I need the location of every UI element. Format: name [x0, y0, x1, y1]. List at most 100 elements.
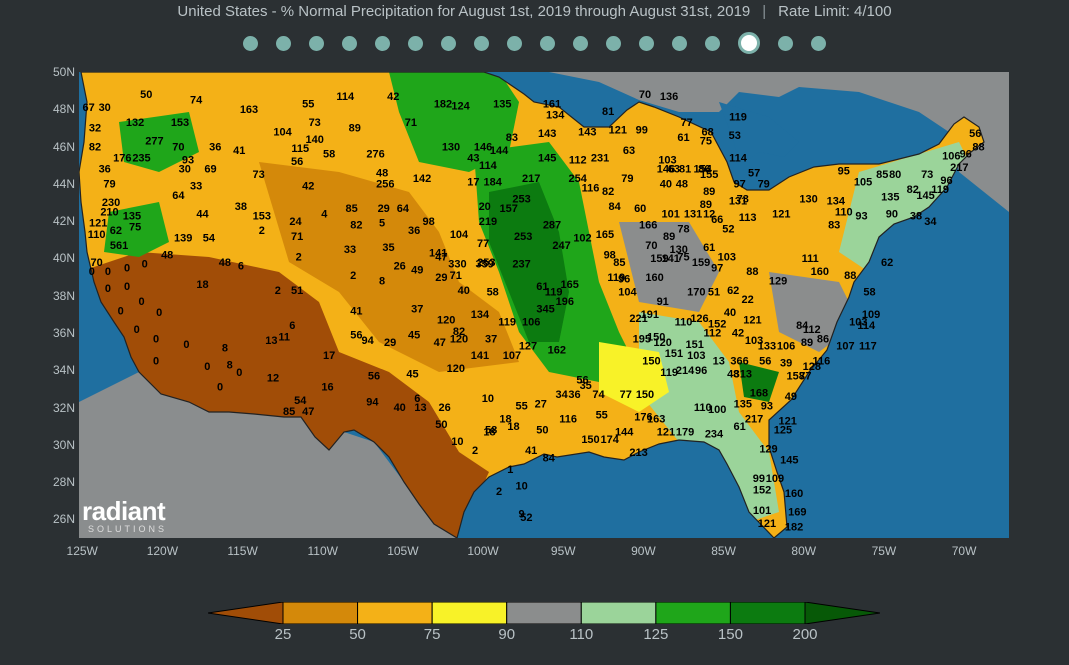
frame-dot-9[interactable]: [507, 35, 522, 51]
legend-label: 200: [792, 626, 818, 643]
station-value: 103: [745, 335, 763, 347]
station-value: 121: [609, 125, 627, 137]
station-value: 6: [238, 261, 244, 273]
lon-label: 75W: [871, 544, 897, 558]
station-value: 176: [113, 153, 131, 165]
station-value: 330: [448, 259, 466, 271]
station-value: 18: [499, 413, 511, 425]
lon-label: 125W: [66, 544, 98, 558]
station-value: 83: [828, 220, 840, 232]
frame-dot-6[interactable]: [408, 35, 423, 51]
station-value: 96: [960, 149, 972, 161]
frame-dot-16[interactable]: [738, 32, 760, 54]
frame-dot-14[interactable]: [672, 35, 687, 51]
station-value: 144: [490, 145, 509, 157]
station-value: 130: [799, 194, 817, 206]
frame-dot-4[interactable]: [342, 35, 357, 51]
station-value: 73: [737, 194, 749, 206]
precipitation-map[interactable]: 50 74 163 55 114 42 182 124 135 161 134 81 70 136 119 6…: [79, 72, 1009, 538]
frame-dot-8[interactable]: [474, 35, 489, 51]
station-value: 96: [940, 175, 952, 187]
logo-name: radiant: [82, 496, 166, 526]
lat-label: 48N: [52, 102, 75, 117]
station-value: 56: [291, 156, 303, 168]
lat-label: 50N: [52, 65, 75, 79]
station-value: 165: [596, 229, 614, 241]
legend-swatch: [655, 602, 731, 624]
station-value: 161: [543, 98, 561, 110]
frame-dot-13[interactable]: [639, 35, 654, 51]
station-value: 70: [172, 141, 184, 153]
station-value: 217: [745, 413, 763, 425]
station-value: 40: [458, 285, 470, 297]
station-value: 182: [785, 522, 803, 534]
lon-label: 70W: [951, 544, 977, 558]
frame-dot-7[interactable]: [441, 35, 456, 51]
frame-dot-2[interactable]: [276, 35, 291, 51]
station-value: 116: [559, 413, 577, 425]
station-value: 88: [844, 270, 856, 282]
station-value: 61: [733, 421, 745, 433]
station-value: 159: [692, 257, 710, 269]
station-value: 48: [376, 167, 388, 179]
lat-label: 28N: [52, 475, 75, 490]
frame-dot-3[interactable]: [309, 35, 324, 51]
station-value: 151: [665, 348, 683, 360]
station-value: 93: [761, 400, 773, 412]
color-legend: [208, 602, 880, 624]
station-value: 103: [718, 251, 736, 263]
station-value: 5: [379, 218, 385, 230]
station-value: 97: [711, 262, 723, 274]
station-value: 49: [411, 264, 423, 276]
station-value: 71: [450, 270, 462, 282]
station-value: 64: [397, 203, 410, 215]
station-value: 22: [741, 294, 753, 306]
station-value: 256: [376, 179, 394, 191]
station-value: 0: [153, 356, 159, 368]
frame-dot-17[interactable]: [778, 35, 793, 51]
station-value: 18: [196, 279, 208, 291]
station-value: 11: [278, 331, 290, 343]
station-value: 81: [602, 106, 614, 118]
station-value: 217: [950, 162, 968, 174]
frame-dot-18[interactable]: [811, 35, 826, 51]
station-value: 54: [294, 395, 307, 407]
station-value: 96: [618, 274, 630, 286]
frame-dot-15[interactable]: [705, 35, 720, 51]
station-value: 126: [690, 313, 708, 325]
frame-dot-12[interactable]: [606, 35, 621, 51]
station-value: 142: [413, 173, 431, 185]
station-value: 143: [538, 128, 556, 140]
station-value: 41: [233, 145, 245, 157]
station-value: 47: [434, 337, 446, 349]
legend-swatch: [357, 602, 433, 624]
station-value: 13: [265, 335, 277, 347]
station-value: 37: [485, 333, 497, 345]
station-value: 143: [578, 126, 596, 138]
station-value: 109: [766, 473, 784, 485]
frame-dot-5[interactable]: [375, 35, 390, 51]
station-value: 217: [522, 173, 540, 185]
lon-label: 85W: [711, 544, 736, 558]
lat-label: 30N: [52, 437, 75, 452]
legend-label: 75: [423, 626, 441, 643]
station-value: 58: [485, 425, 497, 437]
station-value: 36: [99, 164, 111, 176]
lon-label: 90W: [631, 544, 656, 558]
frame-dot-1[interactable]: [243, 35, 258, 51]
station-value: 160: [811, 266, 829, 278]
station-value: 35: [382, 242, 394, 254]
station-value: 277: [145, 136, 163, 148]
station-value: 182: [434, 98, 452, 110]
frame-dot-11[interactable]: [573, 35, 588, 51]
station-value: 24: [289, 216, 302, 228]
station-value: 13: [414, 402, 426, 414]
legend-label: 25: [274, 626, 292, 643]
frame-dot-10[interactable]: [540, 35, 555, 51]
station-value: 29: [384, 337, 396, 349]
station-value: 2: [496, 486, 502, 498]
station-value: 165: [561, 279, 579, 291]
station-value: 93: [855, 210, 867, 222]
station-value: 162: [548, 345, 566, 357]
station-value: 77: [681, 117, 693, 129]
